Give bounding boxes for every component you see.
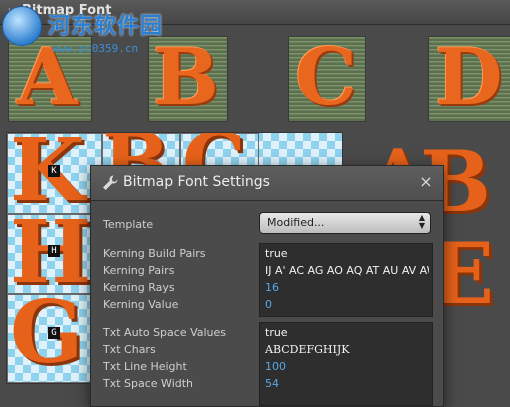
template-select-value: Modified... (267, 216, 325, 229)
atlas-glyph: G (10, 282, 84, 383)
glyph-label-badge: K (48, 165, 60, 177)
txt-auto-space-label: Txt Auto Space Values (103, 326, 227, 339)
kerning-value-value[interactable]: 0 (265, 298, 429, 311)
txt-space-width-label: Txt Space Width (103, 377, 194, 390)
bitmap-font-settings-dialog: Bitmap Font Settings × Template Modified… (90, 165, 444, 407)
dialog-titlebar[interactable]: Bitmap Font Settings × (91, 166, 443, 201)
watermark-url: www.pc0359.cn (52, 42, 139, 55)
txt-line-height-label: Txt Line Height (103, 360, 187, 373)
glyph-label-badge: G (48, 327, 60, 339)
watermark: 河东软件园 www.pc0359.cn (2, 2, 212, 60)
kerning-value-label: Kerning Value (103, 298, 179, 311)
watermark-logo-icon (2, 6, 42, 46)
glyph-label-badge: H (48, 245, 60, 257)
txt-line-height-value[interactable]: 100 (265, 360, 429, 373)
kerning-build-pairs-value[interactable]: true (265, 247, 429, 260)
glyph-preview-cell[interactable]: C (288, 36, 366, 122)
glyph-preview-cell[interactable]: D (428, 36, 510, 122)
template-label: Template (103, 218, 154, 231)
txt-chars-label: Txt Chars (103, 343, 156, 356)
txt-space-width-value[interactable]: 54 (265, 377, 429, 390)
dialog-title: Bitmap Font Settings (123, 174, 270, 190)
kerning-pairs-value[interactable]: IJ A' AC AG AO AQ AT AU AV AW A (265, 264, 429, 277)
select-arrows-icon: ▲ ▼ (418, 213, 425, 230)
kerning-rays-label: Kerning Rays (103, 281, 175, 294)
glyph-letter: D (435, 36, 503, 122)
txt-auto-space-value[interactable]: true (265, 326, 429, 339)
template-select[interactable]: Modified... ▲ ▼ (259, 212, 431, 234)
watermark-name: 河东软件园 (48, 13, 164, 39)
kerning-rays-value[interactable]: 16 (265, 281, 429, 294)
wrench-icon (103, 175, 118, 190)
glyph-letter: C (295, 36, 358, 122)
kerning-pairs-label: Kerning Pairs (103, 264, 175, 277)
close-icon[interactable]: × (417, 173, 435, 191)
txt-chars-value[interactable]: ABCDEFGHIJK (265, 343, 429, 356)
kerning-build-pairs-label: Kerning Build Pairs (103, 247, 206, 260)
